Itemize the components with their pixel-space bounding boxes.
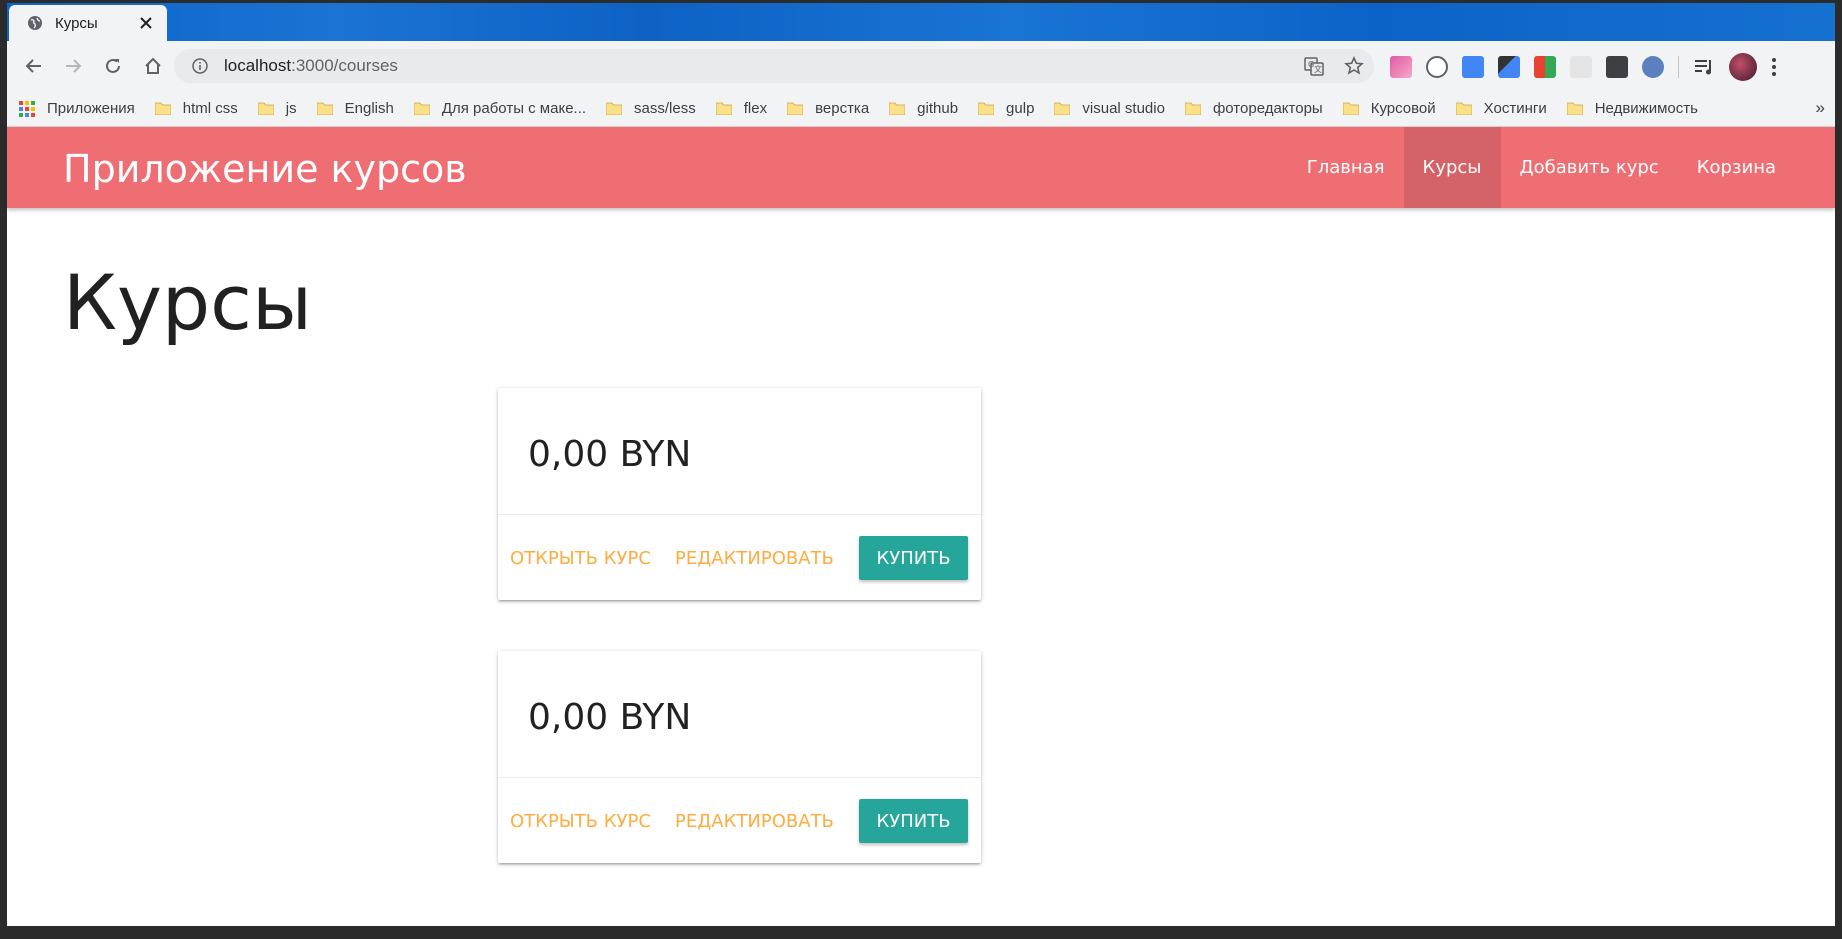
bookmark-label: верстка [815,100,870,117]
buy-button[interactable]: Купить [859,536,968,580]
nav-links: Главная Курсы Добавить курс Корзина [1288,127,1795,208]
page-title: Курсы [63,258,312,347]
folder-icon [257,102,274,115]
bookmark-label: Хостинги [1483,100,1547,117]
close-icon[interactable] [139,16,153,30]
folder-icon [715,102,732,115]
browser-tab[interactable]: Курсы [9,5,167,41]
chat-extension-icon[interactable] [1426,56,1448,78]
avatar[interactable] [1729,53,1757,81]
browser-window: Курсы localhost:3000/courses G 文 Приложе… [7,3,1835,926]
bookmarks-overflow-button[interactable]: » [1816,98,1825,118]
folder-icon [1184,102,1201,115]
bookmark-item[interactable]: js [257,100,297,117]
address-bar[interactable]: localhost:3000/courses G 文 [174,49,1374,83]
card-divider [498,514,981,515]
buy-button[interactable]: Купить [859,799,968,843]
app-navbar: Приложение курсов Главная Курсы Добавить к… [7,127,1835,208]
edit-course-link[interactable]: Редактировать [675,811,834,832]
bookmark-item[interactable]: html css [154,100,238,117]
bookmark-label: flex [743,100,768,117]
folder-icon [1054,102,1071,115]
back-icon[interactable] [23,55,45,77]
course-card: 0,00 BYN Открыть курс Редактировать Купить [498,651,981,863]
forward-icon[interactable] [62,55,84,77]
url-text: localhost:3000/courses [224,56,398,76]
folder-icon [154,102,171,115]
grid-extension-icon[interactable] [1534,56,1556,78]
course-price: 0,00 BYN [528,697,692,738]
bookmark-item[interactable]: верстка [787,100,869,117]
tab-strip: Курсы [7,3,1835,41]
blank-extension-icon[interactable] [1570,56,1592,78]
bookmark-label: github [917,100,959,117]
nav-link[interactable]: Добавить курс [1501,127,1678,208]
tab-title: Курсы [55,14,98,32]
media-playlist-icon[interactable] [1693,56,1715,78]
bookmark-item[interactable]: Приложения [19,100,135,117]
bookmark-item[interactable]: github [889,100,958,117]
open-course-link[interactable]: Открыть курс [510,548,651,569]
eyedropper-extension-icon[interactable] [1498,56,1520,78]
bookmark-label: gulp [1006,100,1035,117]
bookmark-label: html css [182,100,238,117]
folder-icon [1566,102,1583,115]
apps-grid-icon [19,100,35,117]
bookmark-item[interactable]: English [316,100,394,117]
course-price: 0,00 BYN [528,434,692,475]
svg-text:文: 文 [1314,64,1322,74]
paint-extension-icon[interactable] [1390,56,1412,78]
url-host: localhost [224,56,292,75]
bookmark-label: Курсовой [1370,100,1436,117]
reload-icon[interactable] [102,55,124,77]
globe-icon [28,16,42,30]
info-icon[interactable] [192,58,208,74]
bookmark-label: Для работы с маке... [441,100,587,117]
bookmarks-bar: Приложения html css js English Для работы с … [7,91,1835,127]
browser-toolbar: localhost:3000/courses G 文 [7,41,1835,91]
bookmark-item[interactable]: Для работы с маке... [413,100,587,117]
bookmark-label: Недвижимость [1594,100,1698,117]
bookmark-item[interactable]: Курсовой [1342,100,1436,117]
bookmark-item[interactable]: visual studio [1054,100,1165,117]
course-card: 0,00 BYN Открыть курс Редактировать Купить [498,388,981,600]
folder-icon [606,102,623,115]
bookmark-star-icon[interactable] [1344,56,1364,76]
folder-icon [1342,102,1359,115]
folder-icon [787,102,804,115]
bookmark-label: sass/less [634,100,696,117]
bookmark-label: visual studio [1082,100,1165,117]
edit-course-link[interactable]: Редактировать [675,548,834,569]
selenium-extension-icon[interactable] [1606,56,1628,78]
folder-icon [889,102,906,115]
bookmark-item[interactable]: gulp [978,100,1034,117]
folder-icon [1455,102,1472,115]
bookmark-label: English [344,100,394,117]
translate-icon[interactable]: G 文 [1304,56,1324,76]
open-course-link[interactable]: Открыть курс [510,811,651,832]
folder-icon [413,102,430,115]
google-translate-extension-icon[interactable] [1462,56,1484,78]
bookmark-item[interactable]: Недвижимость [1566,100,1698,117]
bookmark-label: фоторедакторы [1212,100,1323,117]
nav-link[interactable]: Главная [1288,127,1404,208]
bookmark-item[interactable]: Хостинги [1455,100,1547,117]
extensions-area [1390,53,1777,81]
url-path: :3000/courses [291,56,398,75]
bookmark-item[interactable]: фоторедакторы [1184,100,1323,117]
bookmark-label: Приложения [47,100,135,117]
bookmark-label: js [285,100,297,117]
kebab-menu-icon[interactable] [1771,57,1777,77]
home-icon[interactable] [142,55,164,77]
toolbar-divider [1678,56,1679,78]
folder-icon [316,102,333,115]
folder-icon [978,102,995,115]
globe-extension-icon[interactable] [1642,56,1664,78]
nav-link[interactable]: Корзина [1678,127,1795,208]
nav-link[interactable]: Курсы [1403,127,1501,208]
bookmark-item[interactable]: flex [715,100,768,117]
bookmark-item[interactable]: sass/less [606,100,696,117]
brand-logo[interactable]: Приложение курсов [63,147,467,191]
card-divider [498,777,981,778]
